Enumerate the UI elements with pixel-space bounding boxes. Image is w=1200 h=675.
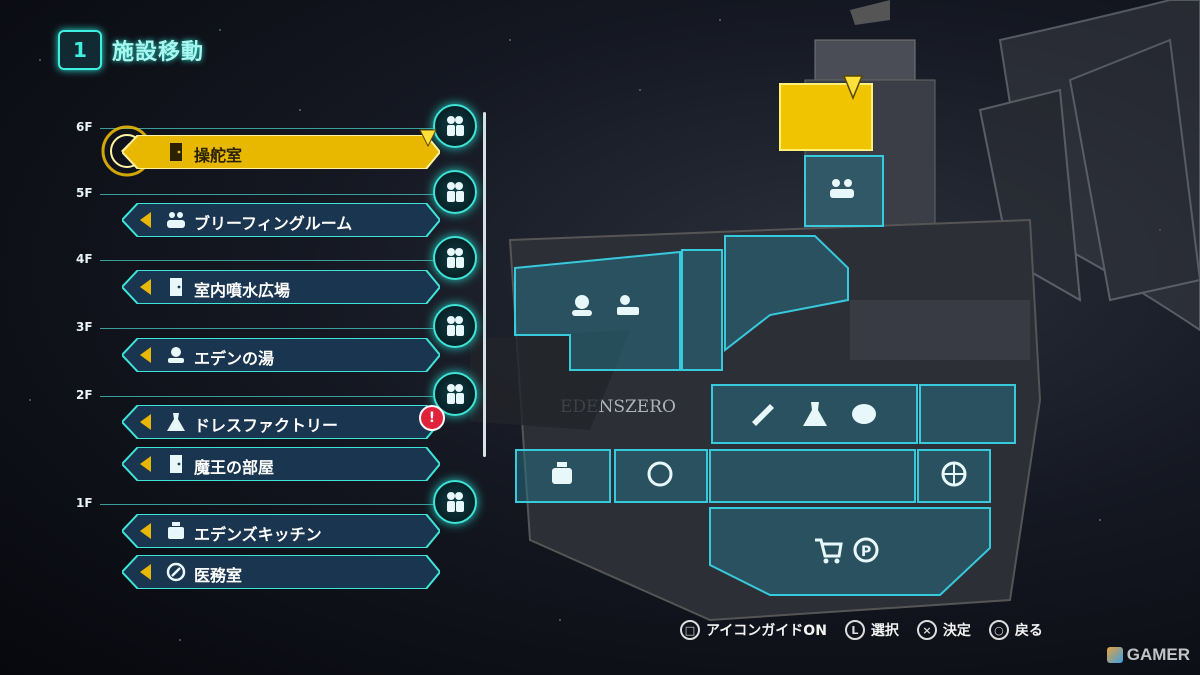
hint-icon-guide[interactable]: □ アイコンガイドON — [680, 620, 827, 640]
chevron-left-icon — [140, 212, 151, 228]
door-icon — [170, 455, 182, 473]
hint-confirm[interactable]: × 決定 — [916, 620, 971, 640]
floor-label-4f: 4F — [76, 252, 93, 266]
room-button-dress-factory[interactable]: ドレスファクトリー — [122, 405, 440, 439]
hint-back[interactable]: ○ 戻る — [988, 620, 1043, 640]
chevron-left-icon — [140, 456, 151, 472]
floor-divider — [100, 396, 436, 397]
hint-select[interactable]: L 選択 — [844, 620, 899, 640]
door-icon — [170, 278, 182, 296]
room-panel-1f-medical[interactable] — [614, 449, 708, 503]
alert-icon: ! — [419, 405, 445, 431]
room-panel-6f[interactable] — [779, 83, 873, 151]
square-button-icon: □ — [680, 620, 700, 640]
floor-divider — [100, 328, 436, 329]
floor-divider — [100, 194, 436, 195]
room-button-demon-king[interactable]: 魔王の部屋 — [122, 447, 440, 481]
hint-label: 選択 — [870, 623, 899, 639]
floor-label-2f: 2F — [76, 388, 93, 402]
floor-label-1f: 1F — [76, 496, 93, 510]
room-button-kitchen[interactable]: エデンズキッチン — [122, 514, 440, 548]
pot-icon — [168, 522, 184, 539]
room-panel-b1-shop[interactable] — [709, 507, 991, 596]
room-label: 医務室 — [194, 566, 243, 585]
chevron-left-icon — [140, 279, 151, 295]
facility-move-icon: 1 — [58, 30, 102, 70]
room-panel-4f-mid[interactable] — [681, 249, 723, 371]
room-label: エデンズキッチン — [194, 525, 322, 544]
room-button-bath[interactable]: エデンの湯 — [122, 338, 440, 372]
floor-divider — [100, 504, 436, 505]
globe-map-icon — [941, 461, 967, 487]
svg-text:P: P — [861, 544, 871, 560]
room-label: ブリーフィングルーム — [194, 214, 353, 233]
room-label: 室内噴水広場 — [194, 281, 291, 300]
room-button-medical[interactable]: 医務室 — [122, 555, 440, 589]
gamer-logo-icon — [1106, 647, 1123, 663]
dress-icon — [167, 413, 185, 431]
room-button-bridge[interactable]: 操舵室 — [122, 135, 440, 169]
chevron-left-icon — [140, 564, 151, 580]
page-title: 施設移動 — [112, 40, 205, 65]
button-hints: □ アイコンガイドON L 選択 × 決定 ○ 戻る — [680, 620, 1043, 640]
medical-icon — [166, 562, 186, 582]
room-panel-1f-corridor[interactable] — [709, 449, 916, 503]
room-label: ドレスファクトリー — [194, 416, 339, 435]
circle-button-icon: ○ — [988, 620, 1009, 640]
room-label: 操舵室 — [194, 146, 243, 165]
room-button-fountain[interactable]: 室内噴水広場 — [122, 270, 440, 304]
ship-map: EDENSZERO P — [470, 0, 1200, 622]
room-button-briefing[interactable]: ブリーフィングルーム — [122, 203, 440, 237]
cross-button-icon: × — [916, 620, 937, 640]
bath-icon — [168, 347, 184, 363]
floor-scroll-track[interactable] — [483, 112, 486, 457]
floor-divider — [100, 260, 436, 261]
door-icon — [170, 143, 182, 161]
watermark-text: GAMER — [1126, 645, 1190, 664]
header: 1 施設移動 — [58, 30, 204, 70]
room-label: エデンの湯 — [194, 349, 275, 368]
chevron-left-icon — [140, 414, 151, 430]
room-panel-2f-right[interactable] — [919, 384, 1016, 444]
floor-label-5f: 5F — [76, 186, 93, 200]
people-icon — [167, 212, 185, 228]
room-label: 魔王の部屋 — [194, 458, 275, 477]
chevron-left-icon — [140, 523, 151, 539]
palette-map-icon — [852, 404, 876, 424]
chevron-left-icon — [140, 347, 151, 363]
hint-label: 決定 — [942, 623, 971, 639]
hint-label: アイコンガイドON — [706, 623, 827, 639]
cursor-arrow-icon — [419, 129, 437, 148]
hint-label: 戻る — [1014, 623, 1043, 639]
l-stick-icon: L — [844, 620, 865, 640]
watermark: GAMER — [1106, 645, 1190, 665]
floor-label-3f: 3F — [76, 320, 93, 334]
floor-label-6f: 6F — [76, 120, 93, 134]
